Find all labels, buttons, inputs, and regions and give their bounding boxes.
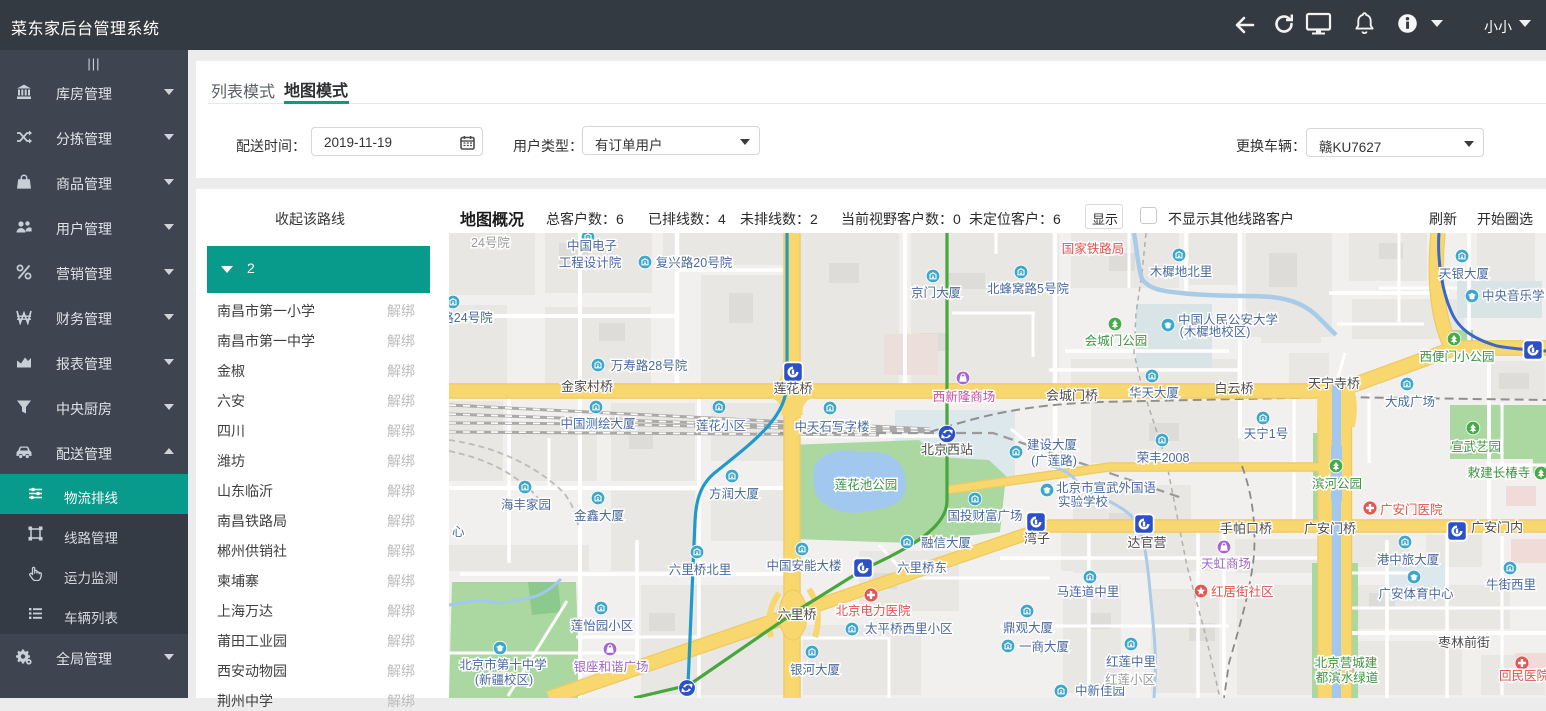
- svg-text:红莲小区: 红莲小区: [1105, 672, 1155, 687]
- svg-text:中天石写字楼: 中天石写字楼: [794, 419, 869, 434]
- svg-text:木樨地北里: 木樨地北里: [1150, 265, 1213, 279]
- svg-text:会城门公园: 会城门公园: [1085, 333, 1148, 348]
- svg-text:路24号院: 路24号院: [449, 310, 493, 325]
- svg-text:国投财富广场: 国投财富广场: [947, 508, 1022, 523]
- svg-text:北京市宣武外国语: 北京市宣武外国语: [1056, 480, 1156, 495]
- svg-text:(新疆校区): (新疆校区): [475, 672, 533, 687]
- svg-text:大成广场: 大成广场: [1385, 395, 1435, 409]
- svg-text:天银大厦: 天银大厦: [1439, 267, 1489, 281]
- svg-text:北京电力医院: 北京电力医院: [835, 604, 911, 618]
- svg-text:荣丰2008: 荣丰2008: [1137, 451, 1190, 465]
- svg-text:(木樨地校区): (木樨地校区): [1180, 324, 1251, 339]
- svg-text:六里桥: 六里桥: [777, 607, 816, 622]
- svg-text:北京营城建: 北京营城建: [1315, 656, 1378, 670]
- svg-text:回民医院: 回民医院: [1499, 669, 1546, 683]
- svg-text:天虹商场: 天虹商场: [1201, 556, 1251, 571]
- svg-text:万寿路28号院: 万寿路28号院: [611, 358, 688, 373]
- svg-text:鼎观大厦: 鼎观大厦: [1003, 621, 1053, 635]
- svg-text:莲花桥: 莲花桥: [773, 381, 812, 396]
- svg-text:太平桥西里小区: 太平桥西里小区: [865, 621, 953, 636]
- svg-text:中国电子: 中国电子: [567, 238, 617, 253]
- svg-text:湾子: 湾子: [1024, 531, 1050, 546]
- svg-text:融信大厦: 融信大厦: [921, 536, 971, 550]
- svg-text:手帕口桥: 手帕口桥: [1220, 521, 1272, 536]
- svg-text:工程设计院: 工程设计院: [559, 255, 622, 270]
- svg-text:广安门桥: 广安门桥: [1304, 521, 1356, 536]
- svg-text:牛街西里: 牛街西里: [1486, 577, 1536, 592]
- svg-text:广安体育中心: 广安体育中心: [1378, 586, 1454, 601]
- svg-text:24号院: 24号院: [471, 236, 510, 250]
- svg-text:京门大厦: 京门大厦: [911, 285, 961, 300]
- svg-text:马连道中里: 马连道中里: [1057, 584, 1120, 599]
- svg-text:天宁寺桥: 天宁寺桥: [1308, 376, 1360, 391]
- svg-text:滨河公园: 滨河公园: [1312, 476, 1362, 491]
- svg-text:实验学校: 实验学校: [1058, 494, 1109, 509]
- svg-text:中央音乐学: 中央音乐学: [1482, 288, 1545, 303]
- svg-text:华天大厦: 华天大厦: [1129, 385, 1179, 400]
- svg-text:莲花池公园: 莲花池公园: [835, 477, 898, 492]
- svg-text:北京市第十中学: 北京市第十中学: [459, 657, 547, 672]
- svg-text:西新隆商场: 西新隆商场: [933, 389, 996, 404]
- svg-text:国家铁路局: 国家铁路局: [1062, 241, 1125, 256]
- svg-text:银河大厦: 银河大厦: [790, 663, 840, 677]
- svg-text:敕建长椿寺: 敕建长椿寺: [1468, 465, 1531, 480]
- svg-text:六里桥东: 六里桥东: [897, 561, 947, 575]
- svg-text:红莲中里: 红莲中里: [1106, 654, 1156, 669]
- svg-text:六里桥北里: 六里桥北里: [669, 563, 732, 577]
- svg-text:方润大厦: 方润大厦: [709, 486, 759, 501]
- svg-text:白云桥: 白云桥: [1214, 381, 1253, 396]
- svg-text:达官营: 达官营: [1127, 535, 1166, 550]
- svg-text:北蜂窝路5号院: 北蜂窝路5号院: [987, 281, 1069, 296]
- svg-text:会城门桥: 会城门桥: [1046, 388, 1098, 403]
- svg-text:金鑫大厦: 金鑫大厦: [574, 508, 624, 523]
- svg-text:中国安能大楼: 中国安能大楼: [766, 558, 841, 573]
- svg-text:天宁1号: 天宁1号: [1244, 426, 1288, 441]
- svg-text:北京西站: 北京西站: [921, 442, 973, 457]
- svg-text:(广莲路): (广莲路): [1031, 453, 1077, 468]
- svg-text:金家村桥: 金家村桥: [561, 379, 613, 394]
- svg-text:港中旅大厦: 港中旅大厦: [1377, 552, 1440, 567]
- svg-text:宣武艺园: 宣武艺园: [1451, 439, 1501, 454]
- svg-text:西便门小公园: 西便门小公园: [1419, 349, 1494, 364]
- svg-text:中国测绘大厦: 中国测绘大厦: [560, 416, 635, 431]
- svg-text:心: 心: [452, 525, 465, 539]
- svg-text:复兴路20号院: 复兴路20号院: [656, 255, 733, 270]
- svg-text:都滨水绿道: 都滨水绿道: [1316, 670, 1379, 685]
- svg-text:广安门内: 广安门内: [1471, 520, 1523, 535]
- svg-text:建设大厦: 建设大厦: [1027, 437, 1077, 452]
- svg-text:海丰家园: 海丰家园: [501, 497, 551, 512]
- svg-text:银座和谐广场: 银座和谐广场: [573, 659, 648, 674]
- svg-text:广安门医院: 广安门医院: [1380, 502, 1443, 517]
- svg-text:枣林前街: 枣林前街: [1438, 635, 1490, 650]
- svg-text:一商大厦: 一商大厦: [1019, 639, 1069, 654]
- svg-text:莲怡园小区: 莲怡园小区: [571, 619, 634, 633]
- svg-text:莲花小区: 莲花小区: [696, 418, 746, 433]
- svg-text:红居街社区: 红居街社区: [1211, 584, 1274, 599]
